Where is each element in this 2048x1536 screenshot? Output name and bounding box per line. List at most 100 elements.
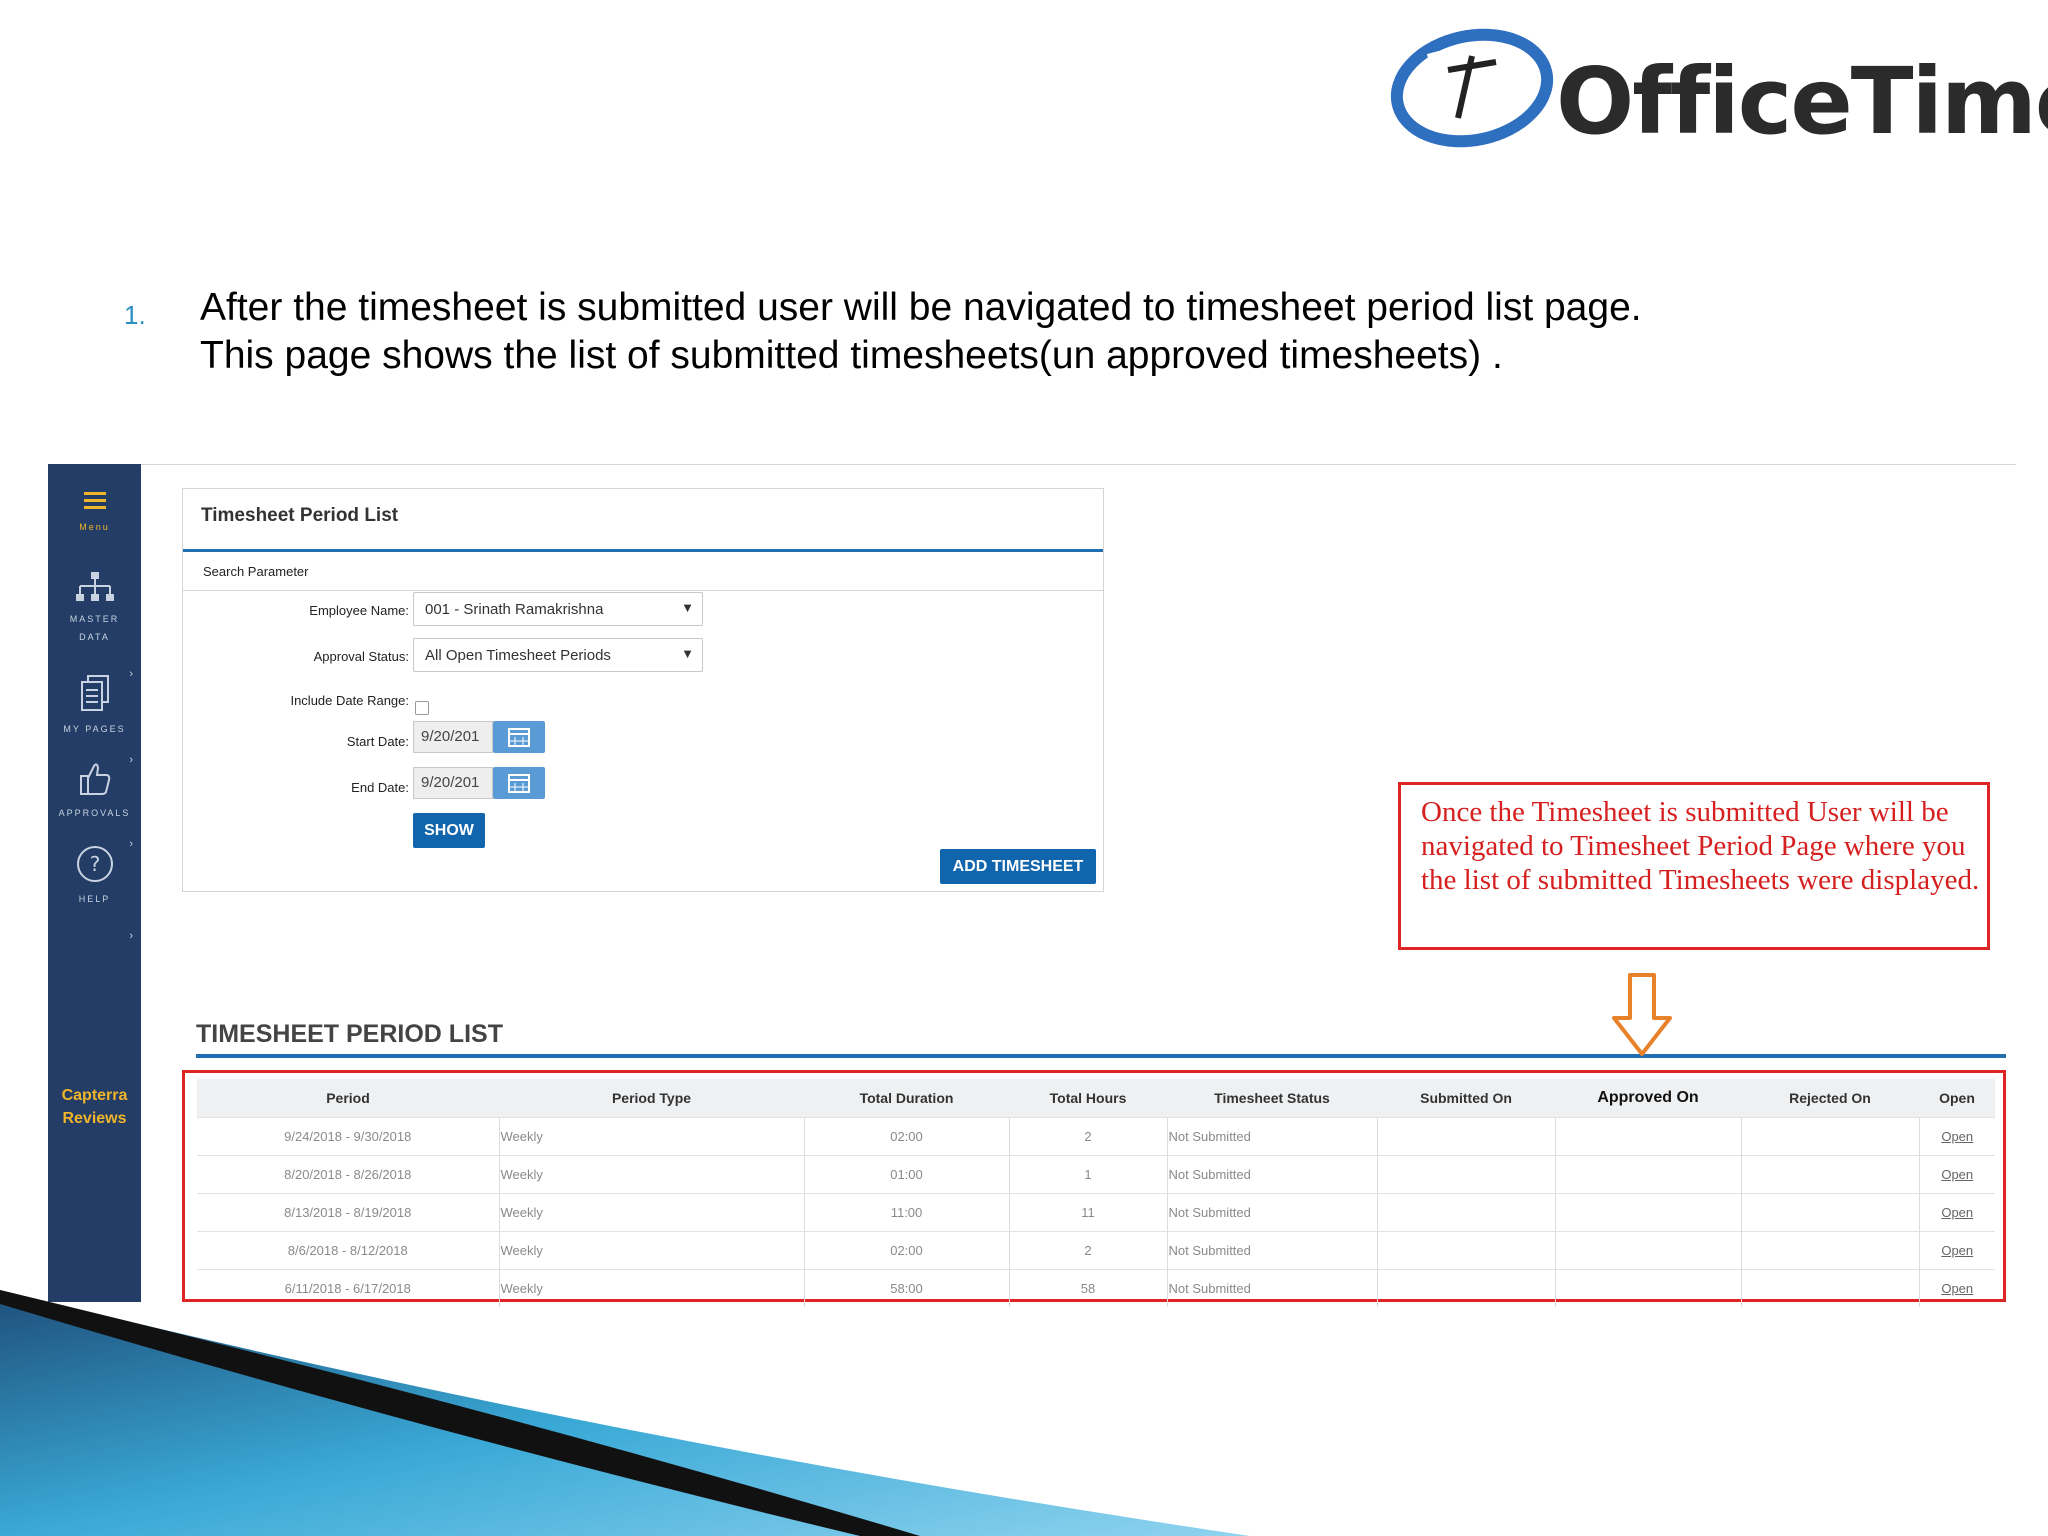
employee-name-value: 001 - Srinath Ramakrishna xyxy=(425,601,604,618)
sidebar-item-master-data[interactable]: MASTER DATA xyxy=(48,570,141,647)
period-type-cell: Weekly xyxy=(498,1193,804,1232)
total-hours-cell: 2 xyxy=(1008,1117,1167,1156)
dropdown-caret-icon: ▼ xyxy=(681,600,694,615)
sidebar-label-master: MASTER xyxy=(69,614,120,624)
total-hours-cell: 11 xyxy=(1008,1193,1167,1232)
rejected-on-cell xyxy=(1740,1155,1919,1194)
open-link[interactable]: Open xyxy=(1941,1167,1973,1182)
total-hours-cell: 1 xyxy=(1008,1155,1167,1194)
table-header-row: Period Period Type Total Duration Total … xyxy=(197,1079,1995,1118)
menu-label: Menu xyxy=(79,522,110,532)
include-date-range-label: Include Date Range: xyxy=(290,693,409,708)
sidebar-item-my-pages[interactable]: MY PAGES xyxy=(48,674,141,739)
total-duration-cell: 11:00 xyxy=(803,1193,1009,1232)
sidebar-item-approvals[interactable]: APPROVALS xyxy=(48,760,141,823)
open-cell: Open xyxy=(1918,1117,1995,1156)
panel-title: Timesheet Period List xyxy=(201,505,399,526)
sidebar-item-menu[interactable]: Menu xyxy=(48,490,141,537)
include-date-range-checkbox[interactable] xyxy=(415,701,429,715)
employee-name-select[interactable]: 001 - Srinath Ramakrishna ▼ xyxy=(413,592,703,626)
logo-text: OfficeTimer xyxy=(1556,48,2048,155)
search-parameter-header: Search Parameter xyxy=(183,552,1103,591)
sitemap-icon xyxy=(75,572,114,601)
intro-line-1: After the timesheet is submitted user wi… xyxy=(200,286,1642,329)
table-row: 9/24/2018 - 9/30/2018 Weekly 02:00 2 Not… xyxy=(197,1117,1995,1156)
total-duration-cell: 02:00 xyxy=(803,1231,1009,1270)
sidebar-label-help: HELP xyxy=(78,894,111,904)
period-cell: 9/24/2018 - 9/30/2018 xyxy=(197,1117,499,1156)
start-date-label: Start Date: xyxy=(346,734,409,749)
column-header: Timesheet Status xyxy=(1167,1079,1377,1118)
column-header: Open xyxy=(1919,1079,1995,1118)
approved-on-cell xyxy=(1554,1193,1741,1232)
documents-icon xyxy=(80,675,109,711)
table-row: 8/13/2018 - 8/19/2018 Weekly 11:00 11 No… xyxy=(197,1193,1995,1232)
column-header: Period Type xyxy=(499,1079,804,1118)
chevron-right-icon: › xyxy=(129,930,133,942)
callout-text: Once the Timesheet is submitted User wil… xyxy=(1421,796,1980,896)
total-duration-cell: 01:00 xyxy=(803,1155,1009,1194)
list-number: 1. xyxy=(124,300,146,330)
intro-line-2: This page shows the list of submitted ti… xyxy=(200,334,1503,377)
open-link[interactable]: Open xyxy=(1941,1243,1973,1258)
approval-status-select[interactable]: All Open Timesheet Periods ▼ xyxy=(413,638,703,672)
hamburger-icon xyxy=(83,492,106,509)
rejected-on-cell xyxy=(1740,1231,1919,1270)
rejected-on-cell xyxy=(1740,1117,1919,1156)
help-circle-icon: ? xyxy=(76,846,113,882)
table-row: 8/20/2018 - 8/26/2018 Weekly 01:00 1 Not… xyxy=(197,1155,1995,1194)
timesheet-search-panel: Timesheet Period List Search Parameter E… xyxy=(182,488,1104,892)
timesheet-status-cell: Not Submitted xyxy=(1166,1231,1377,1270)
capterra-reviews-link[interactable]: Capterra Reviews xyxy=(48,1084,141,1130)
calendar-icon xyxy=(508,728,530,747)
rejected-on-cell xyxy=(1740,1193,1919,1232)
down-arrow-icon xyxy=(1612,973,1672,1056)
decorative-swoosh xyxy=(0,1290,1250,1536)
column-header: Rejected On xyxy=(1741,1079,1919,1118)
timesheet-status-cell: Not Submitted xyxy=(1166,1193,1377,1232)
timesheet-status-cell: Not Submitted xyxy=(1166,1155,1377,1194)
thumbs-up-icon xyxy=(79,763,110,795)
table-row: 8/6/2018 - 8/12/2018 Weekly 02:00 2 Not … xyxy=(197,1231,1995,1270)
intro-text: After the timesheet is submitted user wi… xyxy=(200,284,1642,380)
open-link[interactable]: Open xyxy=(1941,1205,1973,1220)
open-cell: Open xyxy=(1918,1155,1995,1194)
approval-status-label: Approval Status: xyxy=(313,649,409,664)
submitted-on-cell xyxy=(1376,1117,1555,1156)
approved-on-cell xyxy=(1554,1155,1741,1194)
end-date-input[interactable]: 9/20/201 xyxy=(413,767,493,799)
column-header: Total Hours xyxy=(1009,1079,1167,1118)
clock-swoosh-icon xyxy=(1390,28,1554,148)
sidebar-label-data: DATA xyxy=(79,632,110,642)
calendar-icon xyxy=(508,774,530,793)
search-parameter-label: Search Parameter xyxy=(203,564,309,579)
start-date-value: 9/20/201 xyxy=(421,728,480,745)
period-type-cell: Weekly xyxy=(498,1155,804,1194)
timesheet-period-table: Period Period Type Total Duration Total … xyxy=(197,1079,1995,1307)
top-divider xyxy=(141,464,2016,465)
period-type-cell: Weekly xyxy=(498,1231,804,1270)
sidebar-item-help[interactable]: ? HELP xyxy=(48,844,141,909)
show-button[interactable]: SHOW xyxy=(413,813,485,848)
total-hours-cell: 2 xyxy=(1008,1231,1167,1270)
svg-text:?: ? xyxy=(89,852,100,876)
employee-name-label: Employee Name: xyxy=(309,603,409,618)
period-type-cell: Weekly xyxy=(498,1117,804,1156)
start-date-calendar-button[interactable] xyxy=(493,721,545,753)
list-title-rule xyxy=(196,1054,2006,1058)
approved-on-cell xyxy=(1554,1117,1741,1156)
annotation-callout: Once the Timesheet is submitted User wil… xyxy=(1398,782,1990,950)
end-date-calendar-button[interactable] xyxy=(493,767,545,799)
approved-on-cell xyxy=(1554,1231,1741,1270)
total-duration-cell: 02:00 xyxy=(803,1117,1009,1156)
sidebar-label-approvals: APPROVALS xyxy=(58,808,131,818)
start-date-input[interactable]: 9/20/201 xyxy=(413,721,493,753)
open-link[interactable]: Open xyxy=(1941,1129,1973,1144)
open-cell: Open xyxy=(1918,1193,1995,1232)
capterra-line-1: Capterra xyxy=(61,1087,128,1104)
chevron-right-icon: › xyxy=(129,754,133,766)
sidebar: Menu MASTER DATA MY PAGES › APPROVALS › … xyxy=(48,464,141,1302)
add-timesheet-button[interactable]: ADD TIMESHEET xyxy=(940,849,1096,884)
list-title: TIMESHEET PERIOD LIST xyxy=(196,1020,503,1048)
column-header: Approved On xyxy=(1555,1079,1741,1118)
